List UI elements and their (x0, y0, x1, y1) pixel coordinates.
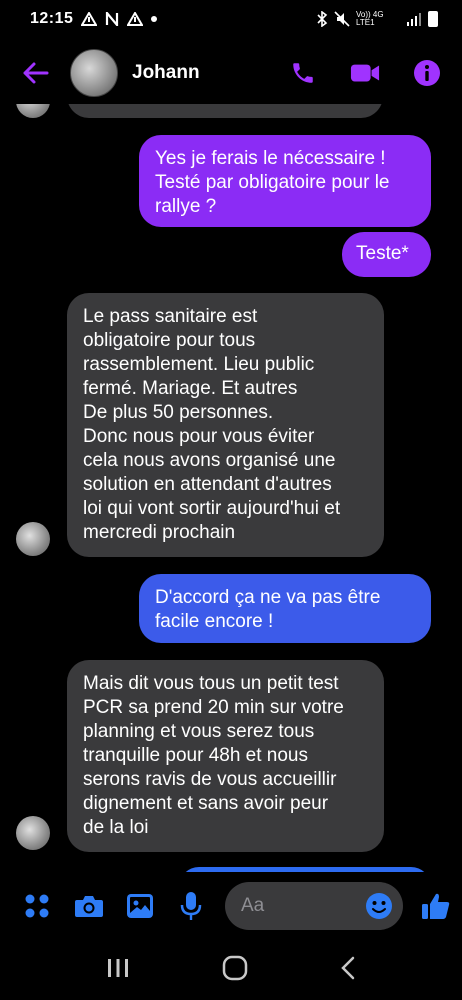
info-button[interactable] (412, 58, 442, 88)
microphone-icon (180, 892, 202, 920)
recents-button[interactable] (106, 957, 130, 984)
conversation-header: Johann (0, 42, 462, 104)
gallery-button[interactable] (123, 889, 157, 923)
recents-icon (108, 958, 128, 977)
status-bar: 12:15 Vo)) 4G LTE1 (0, 0, 462, 38)
voice-button[interactable] (174, 889, 208, 923)
back-icon (341, 956, 355, 979)
n-app-icon (106, 12, 119, 26)
camera-icon (75, 896, 103, 917)
message-input-container[interactable] (225, 882, 403, 930)
message-bubble-partial (67, 104, 383, 118)
contact-avatar-small (16, 816, 50, 850)
back-button[interactable] (0, 42, 70, 104)
video-icon (350, 64, 380, 82)
contact-avatar-small (16, 104, 50, 118)
bluetooth-icon (317, 11, 328, 27)
mute-icon (334, 11, 350, 27)
back-arrow-icon (23, 62, 49, 84)
system-nav-bar (0, 940, 462, 1000)
message-composer (0, 876, 462, 936)
message-bubble-partial (179, 867, 431, 872)
message-bubble-out[interactable]: Yes je ferais le nécessaire ! Testé par … (139, 135, 431, 227)
signal-icon (407, 13, 421, 26)
contact-name[interactable]: Johann (132, 62, 288, 84)
status-time: 12:15 (30, 10, 74, 27)
phone-icon (293, 63, 313, 83)
message-bubble-out[interactable]: Teste* (342, 232, 431, 277)
message-bubble-in[interactable]: Mais dit vous tous un petit test PCR sa … (67, 660, 384, 852)
notification-icon (81, 12, 98, 26)
apps-button[interactable] (20, 889, 54, 923)
message-input[interactable] (241, 895, 351, 917)
notification-icon (127, 12, 144, 26)
contact-avatar[interactable] (70, 49, 118, 97)
camera-button[interactable] (72, 889, 106, 923)
info-icon (414, 60, 440, 86)
message-bubble-in[interactable]: Le pass sanitaire est obligatoire pour t… (67, 293, 384, 557)
network-label: Vo)) 4G LTE1 (356, 10, 384, 27)
video-call-button[interactable] (350, 58, 380, 88)
dot-icon (151, 16, 158, 22)
home-icon (222, 955, 248, 980)
contact-avatar-small (16, 522, 50, 556)
like-button[interactable] (419, 889, 453, 923)
apps-icon (25, 894, 49, 918)
thumbs-up-icon (422, 893, 450, 919)
nav-back-button[interactable] (340, 956, 356, 985)
emoji-icon[interactable] (365, 892, 393, 920)
gallery-icon (127, 894, 153, 918)
call-button[interactable] (288, 58, 318, 88)
message-list[interactable]: Yes je ferais le nécessaire ! Testé par … (0, 104, 462, 872)
home-button[interactable] (222, 955, 248, 986)
battery-icon (428, 11, 438, 27)
message-bubble-out[interactable]: D'accord ça ne va pas être facile encore… (139, 574, 431, 643)
